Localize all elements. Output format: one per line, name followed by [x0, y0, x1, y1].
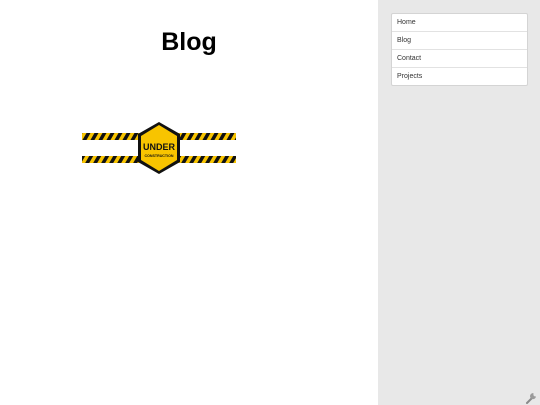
sidebar: Home Blog Contact Projects	[378, 0, 540, 405]
sidebar-item-projects[interactable]: Projects	[392, 68, 527, 85]
sidebar-nav: Home Blog Contact Projects	[391, 13, 528, 86]
under-construction-banner: UNDER CONSTRUCTION	[82, 122, 236, 174]
page-title: Blog	[161, 28, 217, 56]
banner-line1: UNDER	[143, 142, 176, 152]
main-content: Blog UNDER CONSTRUCTION	[0, 0, 378, 405]
sidebar-item-home[interactable]: Home	[392, 14, 527, 32]
sidebar-item-contact[interactable]: Contact	[392, 50, 527, 68]
wrench-icon[interactable]	[525, 390, 539, 404]
banner-line2: CONSTRUCTION	[145, 154, 174, 158]
sidebar-item-blog[interactable]: Blog	[392, 32, 527, 50]
